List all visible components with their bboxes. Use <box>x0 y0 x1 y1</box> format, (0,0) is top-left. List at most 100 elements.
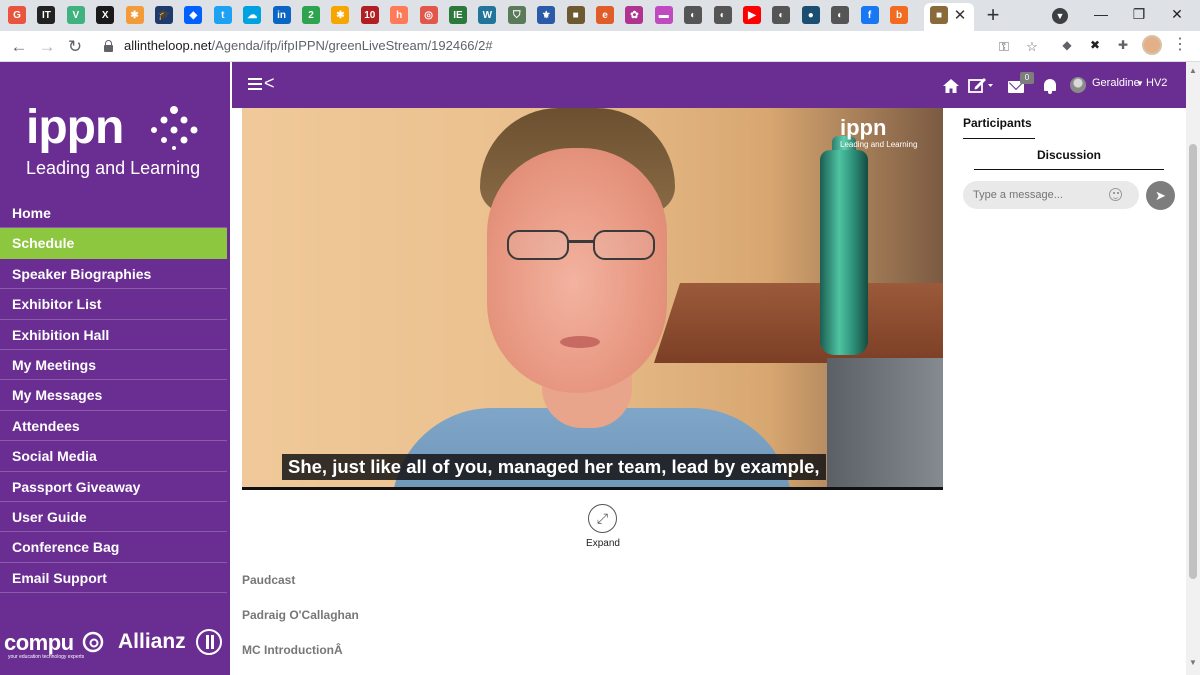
it-icon[interactable]: IT <box>37 6 56 24</box>
facebook-icon[interactable]: f <box>860 6 879 24</box>
sidebar-item-exhibition-hall[interactable]: Exhibition Hall <box>0 320 227 350</box>
cube-icon[interactable]: ■ <box>566 6 585 24</box>
x-icon[interactable]: X <box>96 6 115 24</box>
grammarly-icon[interactable]: G <box>8 6 26 24</box>
globe-icon[interactable]: ◐ <box>772 6 791 24</box>
sidebar-item-passport-giveaway[interactable]: Passport Giveaway <box>0 472 227 502</box>
ie-icon[interactable]: IE <box>449 6 467 24</box>
vue-icon[interactable]: V <box>66 6 85 24</box>
allianz-logo[interactable]: Allianz <box>118 630 186 654</box>
top10-icon[interactable]: 10 <box>360 6 379 24</box>
browser-menu-icon[interactable]: ⋮ <box>1172 36 1188 54</box>
reload-button[interactable]: ↻ <box>64 36 86 58</box>
tab-discussion[interactable]: Discussion <box>974 148 1164 170</box>
sidebar-item-schedule[interactable]: Schedule <box>0 228 227 259</box>
asterisk-icon[interactable]: ✱ <box>331 6 350 24</box>
youtube-icon[interactable]: ▶ <box>743 6 761 24</box>
flower-icon[interactable]: ✿ <box>625 6 644 24</box>
joomla-icon[interactable]: ✱ <box>125 6 144 24</box>
gradient-icon[interactable]: ▬ <box>654 6 673 24</box>
session-item[interactable]: Paudcast <box>242 573 295 587</box>
expand-button[interactable]: ⤢ <box>588 504 617 533</box>
user-avatar[interactable] <box>1070 77 1086 93</box>
video-desk <box>654 283 943 363</box>
user-org[interactable]: HV2 <box>1146 77 1167 89</box>
live-stream-video[interactable]: ippn Leading and Learning She, just like… <box>242 108 943 490</box>
hubspot-icon[interactable]: h <box>390 6 409 24</box>
e-icon[interactable]: e <box>596 6 614 24</box>
sidebar-menu: Home Schedule Speaker Biographies Exhibitor… <box>0 198 227 594</box>
scroll-down-icon[interactable]: ▼ <box>1189 658 1197 667</box>
minimize-button[interactable]: — <box>1086 3 1116 25</box>
user-name[interactable]: Geraldine <box>1092 77 1140 89</box>
salesforce-icon[interactable]: ☁ <box>243 6 262 24</box>
send-button[interactable]: ➤ <box>1146 181 1175 210</box>
number-2-icon[interactable]: 2 <box>302 6 320 24</box>
forward-button[interactable]: → <box>36 36 58 58</box>
b-icon[interactable]: b <box>890 6 908 24</box>
browser-tab-strip: G IT V X ✱ 🎓 ◆ t ☁ in 2 ✱ 10 h ◎ IE W ⛉ ⚜ ■ e ✿ ▬ ◐ ◐ ▶ ◐ ● ◐ f b ■ ✕ … <box>0 0 1200 31</box>
page-scrollbar[interactable]: ▲ ▼ <box>1186 62 1200 675</box>
video-person-glasses <box>507 230 657 266</box>
session-item[interactable]: MC IntroductionÂ <box>242 643 343 657</box>
dropbox-icon[interactable]: ◆ <box>184 6 203 24</box>
sidebar-item-exhibitor-list[interactable]: Exhibitor List <box>0 289 227 320</box>
profile-avatar[interactable] <box>1142 35 1162 55</box>
sidebar-item-social-media[interactable]: Social Media <box>0 441 227 472</box>
collapse-sidebar-icon[interactable]: < <box>264 73 275 93</box>
globe-icon[interactable]: ◐ <box>684 6 703 24</box>
edit-dropdown-icon[interactable] <box>968 77 994 93</box>
sidebar-item-my-meetings[interactable]: My Meetings <box>0 350 227 381</box>
logo-word: ippn <box>26 101 124 154</box>
sidebar-item-home[interactable]: Home <box>0 198 227 229</box>
lock-icon <box>104 40 113 52</box>
session-item[interactable]: Padraig O'Callaghan <box>242 608 359 622</box>
sidebar-item-my-messages[interactable]: My Messages <box>0 380 227 411</box>
dark-x-ext-icon[interactable]: ✖ <box>1086 36 1104 54</box>
url-host: allintheloop.net <box>124 38 212 53</box>
emoji-icon[interactable] <box>1109 188 1122 201</box>
back-button[interactable]: ← <box>8 36 30 58</box>
expand-label[interactable]: Expand <box>578 538 628 549</box>
restore-button[interactable]: ❐ <box>1124 3 1154 25</box>
dropbox-ext-icon[interactable]: ◆ <box>1058 36 1076 54</box>
sidebar-item-conference-bag[interactable]: Conference Bag <box>0 532 227 563</box>
ippn-logo[interactable]: ippn Leading and Learning <box>26 100 226 180</box>
globe-icon[interactable]: ◐ <box>831 6 850 24</box>
graduation-cap-icon[interactable]: 🎓 <box>155 6 173 24</box>
star-icon[interactable]: ☆ <box>1024 39 1040 55</box>
shield-icon[interactable]: ⛉ <box>507 6 526 24</box>
tab-search-icon[interactable]: ▼ <box>1052 8 1068 24</box>
video-water-bottle <box>820 150 868 355</box>
compu-logo[interactable]: compu <box>4 630 74 656</box>
circle-icon[interactable]: ● <box>801 6 820 24</box>
crest-icon[interactable]: ⚜ <box>537 6 556 24</box>
wordpress-icon[interactable]: W <box>478 6 497 24</box>
scrollbar-thumb[interactable] <box>1189 144 1197 579</box>
new-tab-button[interactable]: + <box>982 3 1004 27</box>
sidebar-item-email-support[interactable]: Email Support <box>0 563 227 594</box>
sidebar-item-user-guide[interactable]: User Guide <box>0 502 227 533</box>
sidebar-item-attendees[interactable]: Attendees <box>0 411 227 442</box>
close-icon[interactable]: ✕ <box>952 8 968 24</box>
key-icon[interactable]: ⚿ <box>996 39 1012 55</box>
sidebar-item-speaker-biographies[interactable]: Speaker Biographies <box>0 259 227 290</box>
caret-down-icon[interactable]: ▼ <box>1136 77 1144 91</box>
bell-icon[interactable] <box>1044 79 1056 94</box>
url-field[interactable]: allintheloop.net/Agenda/ifp/ifpIPPN/gree… <box>98 35 1053 58</box>
window-close-button[interactable]: ✕ <box>1162 3 1192 25</box>
globe-icon[interactable]: ◐ <box>713 6 732 24</box>
target-icon[interactable]: ◎ <box>419 6 438 24</box>
home-icon[interactable] <box>943 79 959 93</box>
hamburger-menu-icon[interactable] <box>248 78 262 90</box>
twitter-icon[interactable]: t <box>213 6 232 24</box>
active-tab[interactable]: ■ ✕ <box>924 3 974 31</box>
video-person-mouth <box>560 336 600 348</box>
video-logo-tagline: Leading and Learning <box>840 140 918 149</box>
tab-participants[interactable]: Participants <box>963 116 1035 139</box>
linkedin-icon[interactable]: in <box>272 6 291 24</box>
scroll-up-icon[interactable]: ▲ <box>1189 66 1197 75</box>
puzzle-icon[interactable]: ✚ <box>1114 36 1132 54</box>
url-path: /Agenda/ifp/ifpIPPN/greenLiveStream/1924… <box>211 38 493 53</box>
video-watermark-logo: ippn Leading and Learning <box>840 116 930 156</box>
